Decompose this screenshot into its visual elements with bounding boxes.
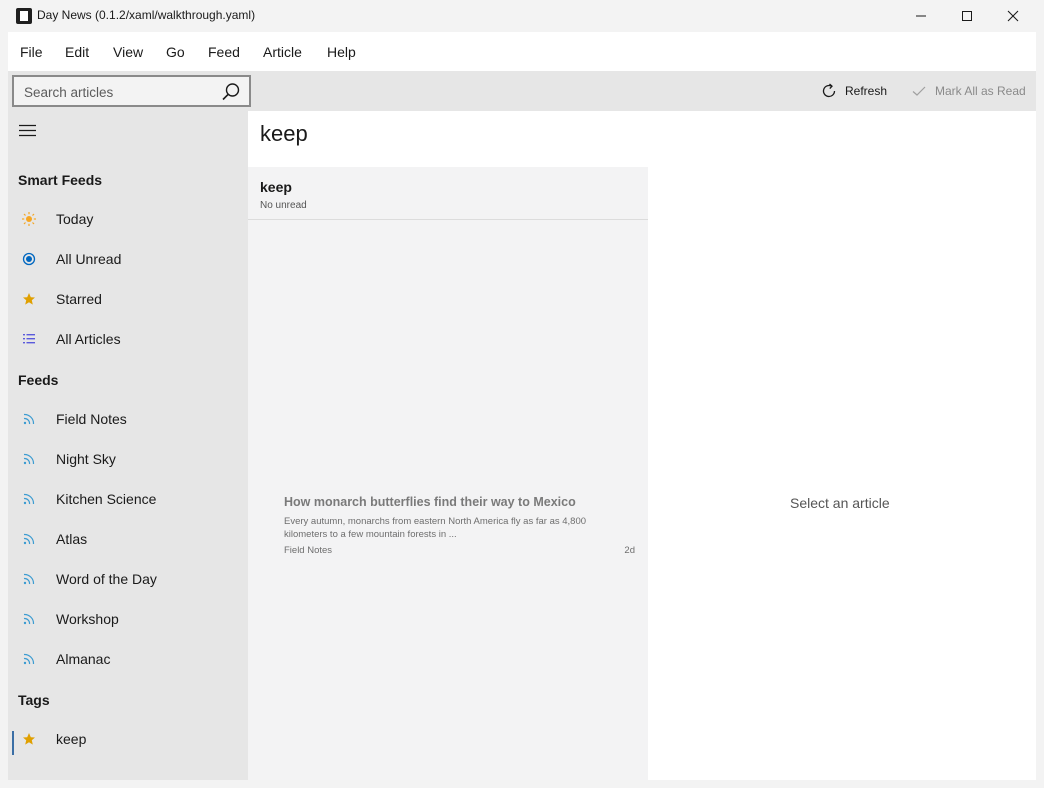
search-icon[interactable] — [221, 82, 241, 102]
sidebar-item-all-unread[interactable]: All Unread — [8, 240, 248, 280]
sidebar-item-tag-keep[interactable]: keep — [8, 720, 248, 760]
sidebar: Smart Feeds Today All Unread Starred All… — [8, 111, 248, 780]
menu-article[interactable]: Article — [263, 44, 302, 60]
hamburger-menu-icon[interactable] — [18, 123, 38, 139]
app-icon — [16, 8, 32, 24]
article-age: 2d — [624, 545, 635, 556]
list-title: keep — [260, 179, 292, 195]
feeds-heading: Feeds — [18, 372, 59, 388]
menu-go[interactable]: Go — [166, 44, 185, 60]
refresh-label: Refresh — [845, 84, 888, 98]
sidebar-item-label: All Unread — [56, 251, 122, 267]
tags-heading: Tags — [18, 692, 50, 708]
minimize-icon — [916, 15, 926, 17]
sidebar-item-label: Today — [56, 211, 94, 227]
rss-icon — [23, 413, 35, 425]
search-input[interactable]: Search articles — [12, 75, 251, 107]
checkmark-icon — [912, 86, 926, 96]
smart-feeds-heading: Smart Feeds — [18, 172, 103, 188]
sidebar-item-all-articles[interactable]: All Articles — [8, 320, 248, 360]
list-icon — [23, 334, 35, 344]
mark-all-read-label: Mark All as Read — [935, 84, 1026, 98]
sidebar-item-label: Starred — [56, 291, 102, 307]
rss-icon — [23, 653, 35, 665]
sidebar-item-kitchen-science[interactable]: Kitchen Science — [8, 480, 248, 520]
sidebar-item-label: Night Sky — [56, 451, 116, 467]
sidebar-item-word-of-the-day[interactable]: Word of the Day — [8, 560, 248, 600]
sidebar-item-label: Atlas — [56, 531, 88, 547]
maximize-icon — [962, 11, 972, 21]
sidebar-item-label: Workshop — [56, 611, 119, 627]
title-bar: Day News (0.1.2/xaml/walkthrough.yaml) — [0, 0, 1044, 32]
search-placeholder: Search articles — [24, 85, 114, 100]
sidebar-item-label: Kitchen Science — [56, 491, 157, 507]
rss-icon — [23, 453, 35, 465]
sun-icon — [22, 212, 36, 226]
sidebar-item-almanac[interactable]: Almanac — [8, 640, 248, 680]
sidebar-item-workshop[interactable]: Workshop — [8, 600, 248, 640]
page-title: keep — [260, 121, 308, 146]
sidebar-item-label: keep — [56, 731, 87, 747]
maximize-button[interactable] — [944, 0, 990, 32]
list-header: keep No unread — [248, 167, 648, 220]
refresh-button[interactable]: Refresh — [820, 82, 887, 100]
article-feed: Field Notes — [284, 545, 333, 556]
article-title: How monarch butterflies find their way t… — [284, 495, 576, 509]
menu-view[interactable]: View — [113, 44, 143, 60]
sidebar-item-today[interactable]: Today — [8, 200, 248, 240]
sidebar-item-label: All Articles — [56, 331, 121, 347]
window-title: Day News (0.1.2/xaml/walkthrough.yaml) — [37, 8, 256, 22]
rss-icon — [23, 613, 35, 625]
sidebar-item-night-sky[interactable]: Night Sky — [8, 440, 248, 480]
star-icon — [23, 733, 35, 745]
unread-status: No unread — [260, 200, 307, 211]
toolbar: Search articles Refresh Mark All as Read — [8, 71, 1036, 111]
radio-dot-icon — [22, 252, 36, 266]
sidebar-item-field-notes[interactable]: Field Notes — [8, 400, 248, 440]
rss-icon — [23, 533, 35, 545]
article-list: keep No unread How monarch butterflies f… — [248, 167, 648, 780]
empty-state-text: Select an article — [790, 495, 890, 511]
star-icon — [23, 293, 35, 305]
rss-icon — [23, 493, 35, 505]
sidebar-item-label: Field Notes — [56, 411, 127, 427]
menu-bar: File Edit View Go Feed Article Help — [8, 32, 1036, 71]
menu-file[interactable]: File — [20, 44, 43, 60]
close-button[interactable] — [990, 0, 1036, 32]
selection-indicator — [12, 731, 14, 755]
mark-all-read-button[interactable]: Mark All as Read — [910, 82, 1026, 100]
refresh-icon — [822, 83, 836, 98]
article-excerpt: Every autumn, monarchs from eastern Nort… — [284, 516, 587, 540]
sidebar-item-atlas[interactable]: Atlas — [8, 520, 248, 560]
close-icon — [1007, 10, 1019, 22]
minimize-button[interactable] — [898, 0, 944, 32]
menu-help[interactable]: Help — [327, 44, 356, 60]
menu-feed[interactable]: Feed — [208, 44, 240, 60]
menu-edit[interactable]: Edit — [65, 44, 89, 60]
sidebar-item-label: Word of the Day — [56, 571, 157, 587]
main-content: keep keep No unread How monarch butterfl… — [248, 111, 1036, 780]
list-item[interactable]: How monarch butterflies find their way t… — [272, 493, 638, 563]
sidebar-item-starred[interactable]: Starred — [8, 280, 248, 320]
article-detail-pane: Select an article — [648, 167, 1036, 780]
sidebar-item-label: Almanac — [56, 651, 111, 667]
rss-icon — [23, 573, 35, 585]
